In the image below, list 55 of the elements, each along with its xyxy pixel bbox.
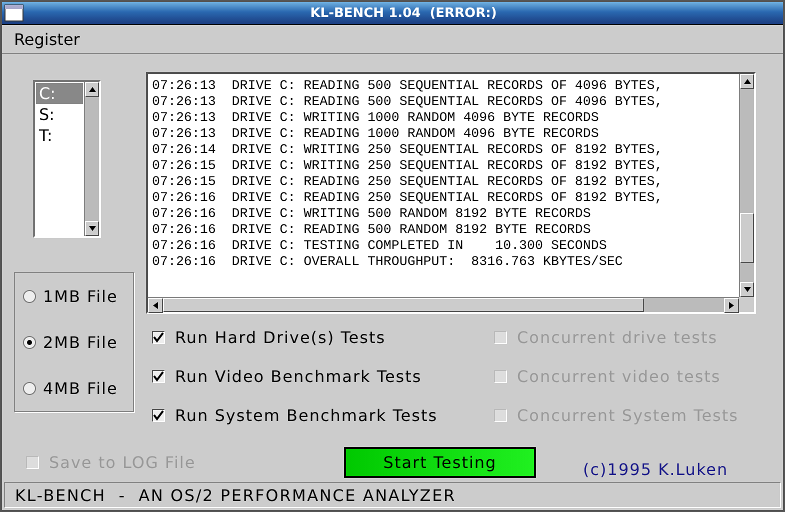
drive-item[interactable]: S: [36, 104, 83, 125]
checkbox-label: Run Hard Drive(s) Tests [175, 328, 386, 346]
log-line: 07:26:16 DRIVE C: TESTING COMPLETED IN 10.300 SECONDS [152, 238, 608, 254]
scrollbar-corner [739, 297, 754, 312]
radio-label: 1MB File [43, 286, 118, 306]
checkbox[interactable] [152, 408, 165, 422]
drive-item[interactable]: C: [36, 83, 83, 104]
radio-label: 2MB File [43, 332, 118, 352]
copyright-text: (c)1995 K.Luken [582, 458, 730, 478]
log-line: 07:26:16 DRIVE C: READING 500 RANDOM 8192 BYTE RECORDS [152, 222, 592, 238]
scroll-down-button[interactable] [85, 221, 99, 236]
menu-item[interactable]: Register [14, 30, 80, 48]
down-arrow-icon [88, 226, 96, 231]
scrollbar[interactable] [148, 297, 739, 312]
right-arrow-icon [729, 302, 734, 309]
log-line: 07:26:13 DRIVE C: READING 500 SEQUENTIAL RECORDS OF 4096 BYTES, [152, 94, 664, 110]
scroll-right-button[interactable] [724, 298, 739, 313]
left-arrow-icon [153, 302, 158, 309]
up-arrow-icon [88, 87, 96, 92]
scroll-up-button[interactable] [740, 74, 754, 89]
scrollbar[interactable] [739, 74, 754, 297]
window-icon[interactable] [4, 3, 24, 23]
drive-list[interactable]: C: S: T: [33, 80, 101, 238]
scroll-thumb[interactable] [163, 298, 644, 312]
check-icon [153, 410, 164, 420]
radio-button[interactable] [23, 336, 36, 348]
log-line: 07:26:13 DRIVE C: WRITING 1000 RANDOM 4096 BYTE RECORDS [152, 110, 600, 126]
log-line: 07:26:16 DRIVE C: READING 250 SEQUENTIAL RECORDS OF 8192 BYTES, [152, 190, 664, 206]
log-line: 07:26:14 DRIVE C: WRITING 250 SEQUENTIAL RECORDS OF 8192 BYTES, [152, 142, 664, 158]
log-line: 07:26:13 DRIVE C: READING 1000 RANDOM 4096 BYTE RECORDS [152, 126, 600, 142]
checkbox[interactable] [152, 370, 165, 382]
up-arrow-icon [744, 79, 750, 84]
scrollbar[interactable] [84, 82, 99, 236]
log-line: 07:26:15 DRIVE C: READING 250 SEQUENTIAL RECORDS OF 8192 BYTES, [152, 174, 664, 190]
drive-item[interactable]: T: [36, 125, 83, 146]
log-line: 07:26:15 DRIVE C: WRITING 250 SEQUENTIAL RECORDS OF 8192 BYTES, [152, 158, 664, 174]
status-text: KL-BENCH - AN OS/2 PERFORMANCE ANALYZER [15, 486, 456, 504]
radio-label: 4MB File [43, 378, 118, 398]
checkbox-label: Run System Benchmark Tests [175, 406, 438, 424]
scroll-left-button[interactable] [148, 298, 163, 313]
down-arrow-icon [744, 287, 750, 292]
window-title: KL-BENCH 1.04 (ERROR:) [309, 6, 498, 20]
log-line: 07:26:13 DRIVE C: READING 500 SEQUENTIAL RECORDS OF 4096 BYTES, [152, 78, 664, 94]
checkbox[interactable] [152, 330, 165, 344]
scroll-up-button[interactable] [85, 82, 99, 97]
check-icon [153, 332, 164, 342]
scroll-thumb[interactable] [740, 213, 754, 263]
checkbox-label: Run Video Benchmark Tests [175, 366, 422, 386]
start-button[interactable]: Start Testing [344, 446, 536, 478]
scroll-down-button[interactable] [740, 282, 754, 297]
log-line: 07:26:16 DRIVE C: WRITING 500 RANDOM 8192 BYTE RECORDS [152, 206, 592, 222]
radio-button[interactable] [23, 290, 36, 302]
log-line: 07:26:16 DRIVE C: OVERALL THROUGHPUT: 8316.763 KBYTES/SEC [152, 254, 624, 270]
radio-button[interactable] [23, 382, 36, 394]
check-icon [153, 370, 164, 382]
